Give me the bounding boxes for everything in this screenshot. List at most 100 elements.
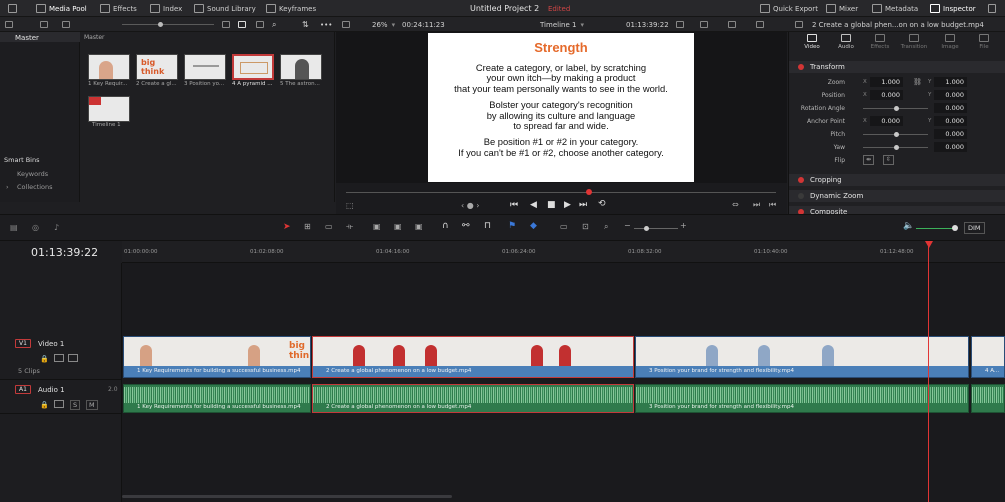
index-button[interactable]: Index [150, 3, 182, 14]
zoom-detail-icon[interactable]: ⊡ [582, 222, 589, 231]
tab-effects[interactable]: Effects [865, 34, 895, 50]
collections-item[interactable]: Collections [17, 183, 53, 191]
go-to-start-icon[interactable]: ⏮ [510, 200, 518, 210]
track-lock-icon[interactable]: 🔒 [40, 355, 49, 363]
flag-icon[interactable]: ⚑ [508, 221, 516, 231]
panel-toggle-icon[interactable] [5, 19, 13, 30]
rotation-knob[interactable] [894, 106, 899, 111]
media-thumb-3[interactable] [184, 54, 226, 80]
next-edit-icon[interactable]: ⏮ [769, 200, 776, 210]
bin-tools-icon[interactable] [40, 19, 48, 30]
timeline-ruler[interactable]: 01:00:00:00 01:02:08:00 01:04:16:00 01:0… [122, 241, 1005, 263]
scrubber-playhead[interactable] [586, 189, 592, 195]
thumb-size-slider[interactable] [122, 19, 214, 30]
viewer-scrubber[interactable] [346, 192, 776, 193]
flip-horizontal-icon[interactable]: ⇹ [863, 155, 874, 165]
master-bin[interactable]: Master [15, 34, 39, 42]
insert-clip-icon[interactable]: ▣ [373, 222, 381, 231]
timeline-scrollbar[interactable] [122, 495, 452, 498]
track-visibility-icon[interactable] [68, 354, 78, 362]
tab-file[interactable]: File [969, 34, 999, 50]
rotation-field[interactable]: 0.000 [934, 103, 967, 113]
crop-icon[interactable]: ⬚ [346, 201, 354, 210]
transform-overlay-icon[interactable] [728, 19, 736, 30]
solo-button[interactable]: S [70, 400, 81, 410]
video-clip[interactable]: big thin 1 Key Requirements for building … [123, 336, 311, 378]
auto-select-icon[interactable] [54, 400, 64, 408]
sort-icon[interactable]: ⇅ [302, 19, 309, 30]
smart-bins-header[interactable]: Smart Bins [4, 156, 40, 164]
audio-track-name[interactable]: Audio 1 [38, 386, 65, 394]
cropping-enable-toggle[interactable] [798, 177, 804, 183]
zoom-dropdown[interactable]: 26% ▾ [372, 19, 395, 30]
audio-clip[interactable]: 1 Key Requirements for building a succes… [123, 384, 311, 413]
collections-toggle-icon[interactable]: › [6, 183, 9, 191]
dynamic-zoom-section[interactable]: Dynamic Zoom [789, 190, 1005, 202]
track-lock-icon[interactable]: 🔒 [40, 401, 49, 409]
auto-select-icon[interactable] [54, 354, 64, 362]
position-lock-icon[interactable]: ⊓ [484, 221, 491, 231]
metadata-button[interactable]: Metadata [872, 3, 918, 14]
tab-video[interactable]: Video [797, 34, 827, 50]
viewer-mode-icon[interactable] [700, 19, 708, 30]
timeline-thumb[interactable] [88, 96, 130, 122]
stop-icon[interactable]: ■ [547, 200, 556, 210]
pitch-knob[interactable] [894, 132, 899, 137]
selection-tool-icon[interactable]: ➤ [283, 222, 291, 232]
playhead-line[interactable] [928, 241, 929, 502]
zoom-x-field[interactable]: 1.000 [870, 77, 903, 87]
workspace-menu-icon[interactable] [8, 3, 17, 14]
snapping-icon[interactable]: ∩ [442, 221, 449, 231]
zoom-in-icon[interactable]: + [680, 221, 687, 230]
search-icon[interactable]: ⌕ [272, 19, 276, 30]
replace-clip-icon[interactable]: ▣ [415, 222, 423, 231]
flip-vertical-icon[interactable]: ⇳ [883, 155, 894, 165]
zoom-y-field[interactable]: 1.000 [934, 77, 967, 87]
bin-list-icon[interactable] [62, 19, 70, 30]
video-clip[interactable]: 3 Position your brand for strength and f… [635, 336, 969, 378]
inspector-button[interactable]: Inspector [930, 3, 976, 14]
media-thumb-2[interactable]: big think [136, 54, 178, 80]
dynamic-trim-icon[interactable]: ▭ [325, 222, 333, 231]
audio-clip[interactable] [971, 384, 1005, 413]
sound-library-button[interactable]: Sound Library [194, 3, 256, 14]
transform-enable-toggle[interactable] [798, 64, 804, 70]
jog-icon[interactable]: ‹ ● › [461, 201, 479, 210]
reverse-play-icon[interactable]: ◀ [530, 200, 537, 210]
quick-export-button[interactable]: Quick Export [760, 3, 818, 14]
prev-edit-icon[interactable]: ⏭ [753, 200, 760, 210]
anchor-y-field[interactable]: 0.000 [934, 116, 967, 126]
mute-button[interactable]: M [86, 400, 98, 410]
timeline-zoom-knob[interactable] [644, 226, 649, 231]
anchor-x-field[interactable]: 0.000 [870, 116, 903, 126]
overwrite-clip-icon[interactable]: ▣ [394, 222, 402, 231]
zoom-full-icon[interactable]: ▭ [560, 222, 568, 231]
zoom-out-icon[interactable]: − [624, 221, 631, 230]
play-icon[interactable]: ▶ [564, 200, 571, 210]
playhead-marker[interactable] [925, 241, 933, 248]
trim-tool-icon[interactable]: ⊞ [304, 222, 311, 231]
match-frame-icon[interactable]: ⇔ [732, 200, 739, 209]
pitch-field[interactable]: 0.000 [934, 129, 967, 139]
linked-selection-icon[interactable]: ⚯ [462, 221, 470, 231]
video-clip-selected[interactable]: 2 Create a global phenomenon on a low bu… [312, 336, 634, 378]
volume-slider[interactable] [916, 228, 956, 229]
position-x-field[interactable]: 0.000 [870, 90, 903, 100]
audio-track-header[interactable]: A1 Audio 1 2.0 🔒 S M [0, 382, 122, 414]
keyframes-button[interactable]: Keyframes [266, 3, 316, 14]
tab-audio[interactable]: Audio [831, 34, 861, 50]
loop-icon[interactable]: ⟲ [598, 199, 606, 209]
timeline-selector[interactable]: Timeline 1 ▾ [540, 19, 584, 30]
microphone-icon[interactable]: ♪ [54, 223, 59, 232]
transform-section[interactable]: Transform [789, 61, 1005, 73]
a1-track-tag[interactable]: A1 [15, 385, 31, 394]
blade-tool-icon[interactable]: ⟛ [346, 222, 353, 232]
video-clip[interactable]: 4 A... [971, 336, 1005, 378]
cropping-section[interactable]: Cropping [789, 174, 1005, 186]
media-thumb-5[interactable] [280, 54, 322, 80]
v1-track-tag[interactable]: V1 [15, 339, 31, 348]
tab-image[interactable]: Image [935, 34, 965, 50]
dim-button[interactable]: DIM [964, 222, 985, 234]
effects-button[interactable]: Effects [100, 3, 137, 14]
marker-icon[interactable]: ◆ [530, 221, 537, 231]
